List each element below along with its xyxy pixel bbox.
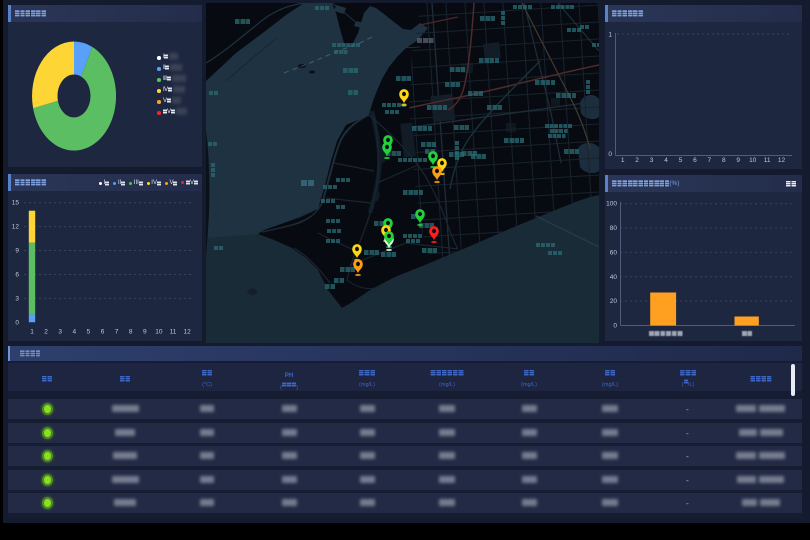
svg-text:9: 9 [15, 248, 19, 255]
svg-text:8: 8 [129, 329, 133, 336]
svg-text:7: 7 [115, 329, 119, 336]
svg-text:7: 7 [707, 157, 711, 164]
svg-text:80: 80 [610, 225, 618, 232]
svg-text:12: 12 [778, 157, 786, 164]
svg-text:3: 3 [15, 295, 19, 302]
svg-text:2: 2 [635, 157, 639, 164]
svg-text:5: 5 [87, 329, 91, 336]
svg-text:9: 9 [736, 157, 740, 164]
svg-text:60: 60 [610, 249, 618, 256]
svg-text:20: 20 [610, 298, 618, 305]
svg-text:100: 100 [606, 201, 617, 208]
svg-text:2: 2 [44, 329, 48, 336]
svg-text:6: 6 [15, 271, 19, 278]
svg-text:11: 11 [764, 157, 771, 164]
svg-text:6: 6 [101, 329, 105, 336]
svg-text:1: 1 [30, 329, 34, 336]
svg-text:9: 9 [143, 329, 147, 336]
svg-text:1: 1 [621, 157, 625, 164]
svg-text:12: 12 [12, 224, 20, 231]
svg-text:5: 5 [679, 157, 683, 164]
svg-text:6: 6 [693, 157, 697, 164]
svg-text:0: 0 [613, 323, 617, 330]
svg-text:4: 4 [72, 329, 76, 336]
svg-text:15: 15 [12, 200, 20, 207]
svg-text:3: 3 [650, 157, 654, 164]
svg-text:1: 1 [608, 32, 612, 39]
svg-text:0: 0 [608, 151, 612, 158]
svg-text:8: 8 [722, 157, 726, 164]
svg-text:40: 40 [610, 274, 618, 281]
svg-text:4: 4 [664, 157, 668, 164]
svg-text:0: 0 [15, 319, 19, 326]
svg-text:12: 12 [183, 329, 191, 336]
svg-text:10: 10 [749, 157, 757, 164]
svg-text:11: 11 [170, 329, 177, 336]
svg-text:10: 10 [155, 329, 163, 336]
svg-text:3: 3 [58, 329, 62, 336]
